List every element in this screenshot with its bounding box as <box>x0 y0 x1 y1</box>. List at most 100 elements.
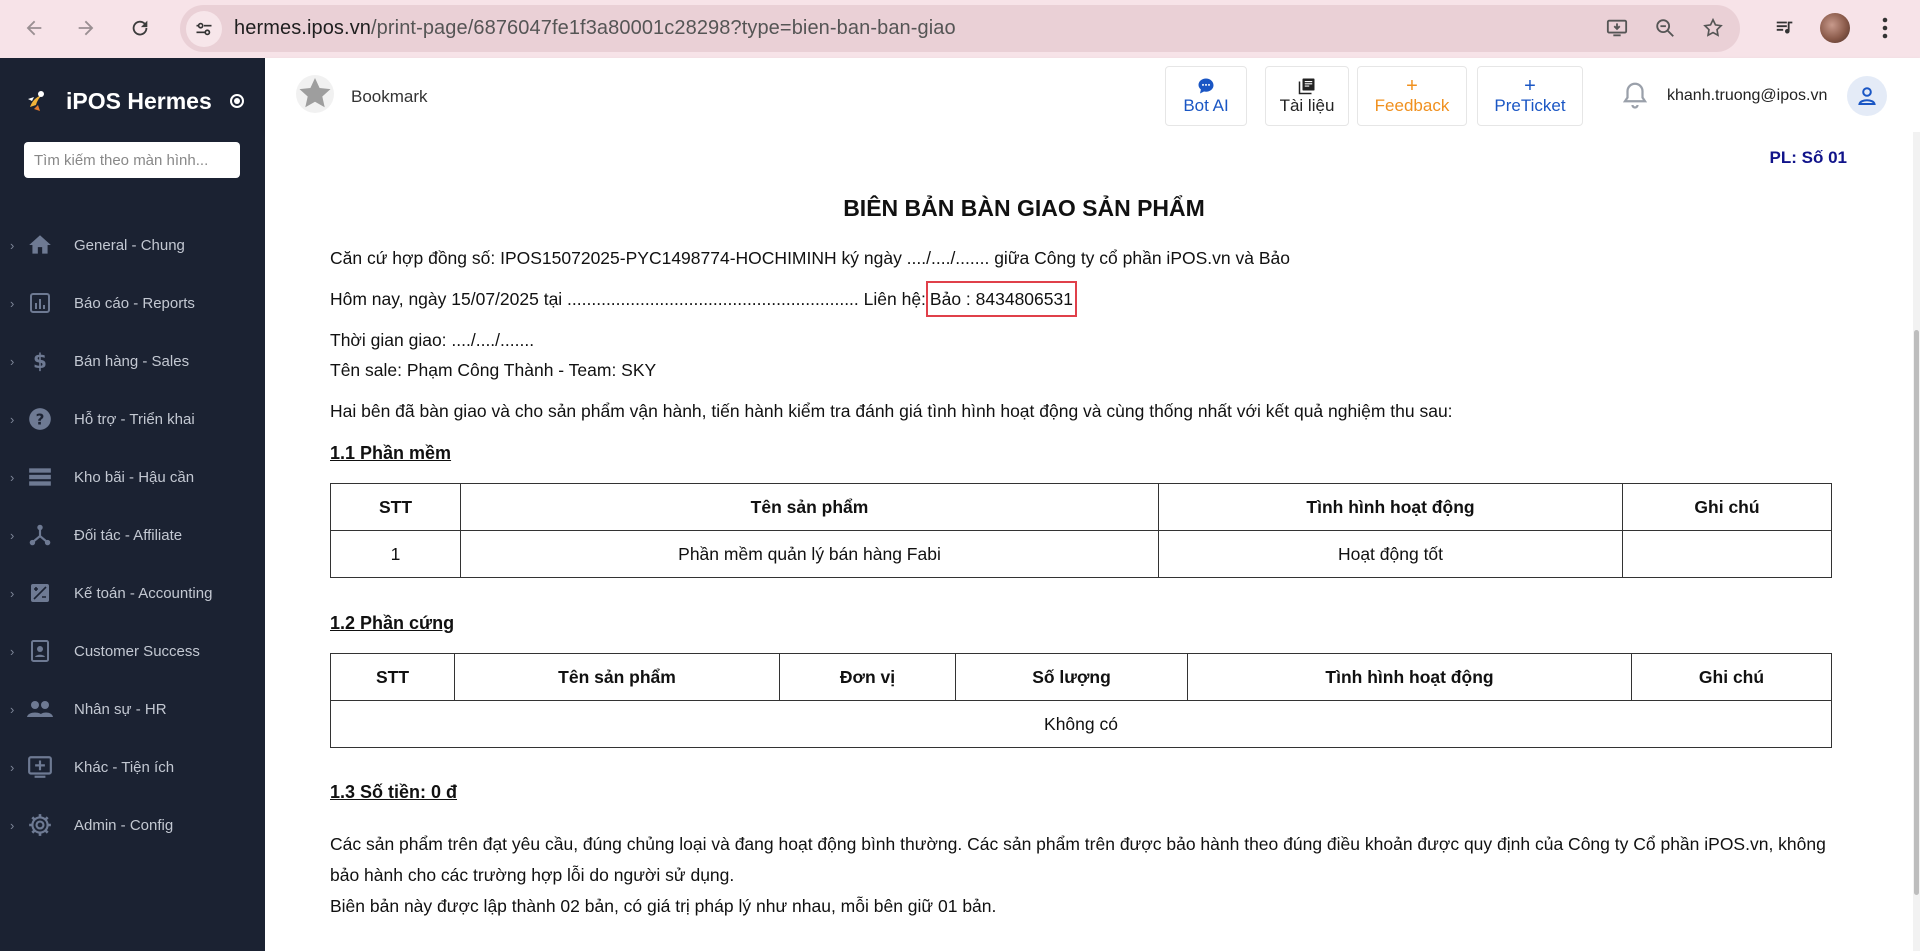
more-vertical-icon <box>1882 17 1888 39</box>
url-host: hermes.ipos.vn <box>234 17 372 39</box>
arrow-right-icon <box>78 20 94 36</box>
appendix-number: PL: Số 01 <box>1769 148 1847 167</box>
bar-chart-icon <box>26 289 54 317</box>
chevron-right-icon: › <box>10 353 15 369</box>
sidebar-item-label: Khác - Tiện ích <box>74 758 175 776</box>
user-avatar-button[interactable] <box>1847 76 1887 116</box>
sidebar-item-general[interactable]: › General - Chung <box>0 216 265 274</box>
sidebar-item-admin[interactable]: › Admin - Config <box>0 796 265 854</box>
reload-button[interactable] <box>122 10 158 46</box>
chevron-right-icon: › <box>10 585 15 601</box>
software-heading: 1.1 Phần mềm <box>330 443 452 463</box>
table-header-row: STT Tên sản phẩm Đơn vị Số lượng Tình hì… <box>330 653 1832 701</box>
browser-menu-button[interactable] <box>1868 11 1902 45</box>
url-path: /print-page/6876047fe1f3a80001c28298?typ… <box>371 17 956 39</box>
reload-icon <box>132 20 148 36</box>
preticket-button[interactable]: + PreTicket <box>1477 66 1583 126</box>
sidebar-item-customer-success[interactable]: › Customer Success <box>0 622 265 680</box>
calculator-icon <box>26 579 54 607</box>
storage-icon <box>26 463 54 491</box>
intro-text: Hai bên đã bàn giao và cho sản phẩm vận … <box>330 401 1453 421</box>
table-header: Số lượng <box>955 653 1188 701</box>
install-icon <box>1606 19 1628 37</box>
document-title: BIÊN BẢN BÀN GIAO SẢN PHẨM <box>843 195 1205 221</box>
bot-ai-label: Bot AI <box>1183 96 1229 115</box>
help-icon: ? <box>26 405 54 433</box>
site-info-button[interactable] <box>186 10 222 47</box>
sidebar-search-input[interactable] <box>24 142 240 178</box>
bookmark-star-button[interactable] <box>1696 11 1730 45</box>
sidebar-item-accounting[interactable]: › Kế toán - Accounting <box>0 564 265 622</box>
sidebar-item-label: Admin - Config <box>74 816 174 834</box>
sidebar-item-warehouse[interactable]: › Kho bãi - Hậu cần <box>0 448 265 506</box>
url-text: hermes.ipos.vn/print-page/6876047fe1f3a8… <box>234 17 956 40</box>
chevron-right-icon: › <box>10 469 15 485</box>
table-cell <box>1622 530 1832 578</box>
sidebar-item-affiliate[interactable]: › Đối tác - Affiliate <box>0 506 265 564</box>
table-header: Tên sản phẩm <box>454 653 780 701</box>
table-header: Tình hình hoạt động <box>1158 483 1623 531</box>
sidebar-item-label: Kế toán - Accounting <box>74 584 213 602</box>
table-cell: 1 <box>330 530 461 578</box>
star-icon[interactable] <box>295 74 335 114</box>
brand[interactable]: iPOS Hermes <box>24 86 244 116</box>
bookmark-label[interactable]: Bookmark <box>351 87 428 107</box>
add-box-icon <box>26 753 54 781</box>
chat-bubble-icon <box>1197 76 1215 96</box>
user-email[interactable]: khanh.truong@ipos.vn <box>1667 87 1827 105</box>
star-outline-icon <box>1703 17 1723 37</box>
table-header-row: STT Tên sản phẩm Tình hình hoạt động Ghi… <box>330 483 1832 531</box>
chevron-right-icon: › <box>10 295 15 311</box>
table-header: Tên sản phẩm <box>460 483 1159 531</box>
sidebar-item-hr[interactable]: › Nhân sự - HR <box>0 680 265 738</box>
contract-line: Căn cứ hợp đồng số: IPOS15072025-PYC1498… <box>330 248 1290 268</box>
hermes-logo-icon <box>28 91 44 111</box>
sidebar-item-label: Hỗ trợ - Triển khai <box>74 410 195 428</box>
feedback-label: Feedback <box>1374 96 1450 115</box>
brand-name: iPOS Hermes <box>66 87 212 114</box>
address-bar[interactable]: hermes.ipos.vn/print-page/6876047fe1f3a8… <box>180 5 1740 52</box>
sidebar-item-label: Kho bãi - Hậu cần <box>74 468 195 486</box>
forward-button[interactable] <box>68 10 104 46</box>
zoom-button[interactable] <box>1648 11 1682 45</box>
feedback-button[interactable]: + Feedback <box>1357 66 1467 126</box>
chevron-right-icon: › <box>10 701 15 717</box>
profile-avatar[interactable] <box>1820 13 1850 43</box>
home-icon <box>26 231 54 259</box>
sidebar-item-support[interactable]: › ? Hỗ trợ - Triển khai <box>0 390 265 448</box>
browser-toolbar: hermes.ipos.vn/print-page/6876047fe1f3a8… <box>0 0 1920 58</box>
table-cell: Phần mềm quản lý bán hàng Fabi <box>460 530 1159 578</box>
sidebar-item-label: Nhân sự - HR <box>74 700 167 718</box>
svg-text:$: $ <box>33 349 47 373</box>
radio-dot-icon[interactable] <box>229 94 244 108</box>
back-button[interactable] <box>16 10 52 46</box>
sidebar-item-sales[interactable]: › $ Bán hàng - Sales <box>0 332 265 390</box>
arrow-left-icon <box>26 20 42 36</box>
sidebar-item-label: General - Chung <box>74 236 185 254</box>
bot-ai-button[interactable]: Bot AI <box>1165 66 1247 126</box>
media-button[interactable] <box>1768 11 1802 45</box>
print-document: PL: Số 01 BIÊN BẢN BÀN GIAO SẢN PHẨM Căn… <box>265 132 1915 951</box>
preticket-label: PreTicket <box>1494 96 1566 115</box>
table-row: Không có <box>330 700 1832 748</box>
person-icon <box>1858 87 1876 105</box>
sidebar-item-utilities[interactable]: › Khác - Tiện ích <box>0 738 265 796</box>
chevron-right-icon: › <box>10 759 15 775</box>
sidebar-item-reports[interactable]: › Báo cáo - Reports <box>0 274 265 332</box>
sidebar-item-label: Đối tác - Affiliate <box>74 526 183 544</box>
date-text: Hôm nay, ngày 15/07/2025 tại ...........… <box>330 289 926 309</box>
install-app-button[interactable] <box>1600 11 1634 45</box>
amount-heading: 1.3 Số tiền: 0 đ <box>330 782 458 802</box>
bell-icon[interactable] <box>1620 80 1650 110</box>
plus-icon: + <box>1406 75 1418 97</box>
delivery-time: Thời gian giao: ..../..../....... <box>330 330 535 350</box>
scrollbar-thumb[interactable] <box>1914 330 1919 895</box>
tai-lieu-label: Tài liệu <box>1279 96 1335 115</box>
plus-icon: + <box>1524 75 1536 97</box>
tune-icon <box>196 22 212 35</box>
chevron-right-icon: › <box>10 411 15 427</box>
hardware-heading: 1.2 Phần cứng <box>330 613 455 633</box>
svg-text:?: ? <box>36 410 45 428</box>
tai-lieu-button[interactable]: Tài liệu <box>1265 66 1349 126</box>
table-header: Đơn vị <box>779 653 956 701</box>
